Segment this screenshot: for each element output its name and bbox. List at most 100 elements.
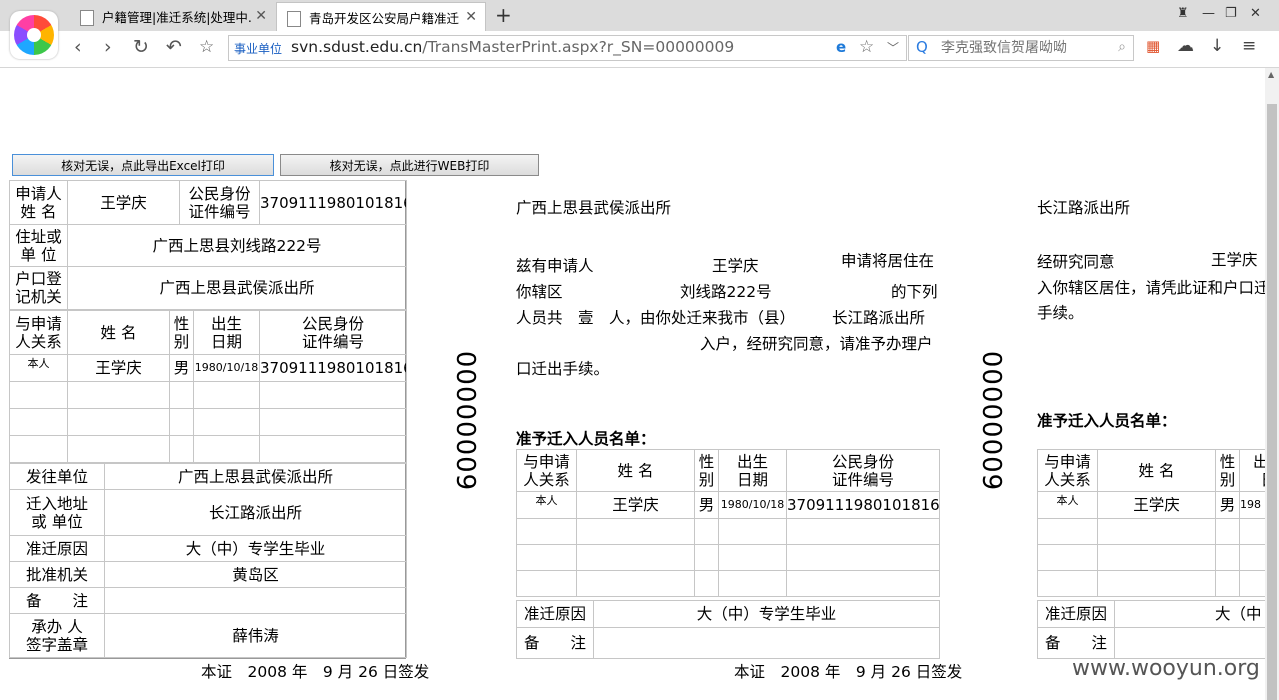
reg-office-value: 广西上思县武侯派出所 xyxy=(67,266,407,310)
notice-list-title: 准予迁入人员名单： xyxy=(1037,412,1177,430)
member-name: 王学庆 xyxy=(67,354,170,382)
tab-household-system[interactable]: 户籍管理|准迁系统|处理中... ✕ xyxy=(70,2,275,31)
header-relation: 与申请 人关系 xyxy=(1037,449,1098,492)
member-id: 370911198010181617 xyxy=(786,491,940,519)
chevron-down-icon[interactable]: ﹀ xyxy=(887,39,899,56)
table-row xyxy=(516,518,940,545)
notice-bottom-table: 准迁原因 大（中 备 注 xyxy=(1037,600,1265,659)
menu-icon[interactable]: ≡ xyxy=(1242,36,1256,56)
table-row xyxy=(1037,544,1265,571)
search-box[interactable]: Q ⌕ xyxy=(908,35,1134,61)
member-id: 370911198010181617 xyxy=(259,354,407,382)
approver-value: 黄岛区 xyxy=(104,561,407,588)
notice-members-table: 与申请人关系 姓 名 性别 出生日 本人 王学庆 男 198 xyxy=(1037,449,1265,597)
scrollbar-thumb[interactable] xyxy=(1267,104,1277,700)
stub-bottom-table: 发往单位 广西上思县武侯派出所 迁入地址或 单位 长江路派出所 准迁原因 大（中… xyxy=(9,463,407,658)
handler-value: 薛伟涛 xyxy=(104,613,407,658)
member-name: 王学庆 xyxy=(1097,491,1216,519)
toolbar: ‹ › ↻ ↶ ☆ 事业单位 svn.sdust.edu.cn/TransMas… xyxy=(0,31,1279,68)
cloud-icon[interactable]: ☁ xyxy=(1177,36,1194,56)
table-row xyxy=(9,381,407,409)
header-name: 姓 名 xyxy=(1097,449,1216,492)
reason-value: 大（中）专学生毕业 xyxy=(593,600,940,628)
bookmark-star-icon[interactable]: ☆ xyxy=(199,37,214,57)
shirt-icon[interactable]: ♜ xyxy=(1177,6,1189,21)
letter-date-line: 本证 2008 年 9 月 26 日签发 xyxy=(734,663,963,681)
remark-value xyxy=(1114,627,1265,659)
search-input[interactable] xyxy=(939,39,1113,57)
tab-label: 户籍管理|准迁系统|处理中... xyxy=(102,10,252,25)
reason-label: 准迁原因 xyxy=(516,600,594,628)
dest-value: 长江路派出所 xyxy=(104,489,407,536)
letter-text: 你辖区 xyxy=(516,283,563,301)
remark-label: 备 注 xyxy=(9,587,105,614)
dest-label: 迁入地址或 单位 xyxy=(9,489,105,536)
applicant-name: 王学庆 xyxy=(67,180,180,225)
minimize-icon[interactable]: — xyxy=(1202,6,1215,21)
handler-label: 承办 人签字盖章 xyxy=(9,613,105,658)
reason-label: 准迁原因 xyxy=(1037,600,1115,628)
export-excel-button[interactable]: 核对无误，点此导出Excel打印 xyxy=(12,154,274,176)
letter-text: 的下列 xyxy=(891,283,938,301)
notice-text: 经研究同意 xyxy=(1037,253,1115,271)
new-tab-icon[interactable]: + xyxy=(495,3,512,27)
notice-recipient: 长江路派出所 xyxy=(1037,199,1131,217)
refresh-icon[interactable]: ↻ xyxy=(133,36,149,58)
letter-address: 刘线路222号 xyxy=(680,283,772,301)
browser-logo[interactable] xyxy=(10,11,58,59)
table-row: 本人 王学庆 男 1980/10/18 370911198010181617 xyxy=(9,354,407,382)
url-text[interactable]: svn.sdust.edu.cn/TransMasterPrint.aspx?r… xyxy=(291,38,734,56)
letter-members-table: 与申请 人关系 姓 名 性别 出生 日期 公民身份 证件编号 本人 王学庆 男 198… xyxy=(516,449,940,597)
stub-members-table: 与申请 人关系 姓 名 性别 出生 日期 公民身份 证件编号 本人 王学庆 男 198… xyxy=(9,310,407,463)
member-birth: 198 xyxy=(1239,491,1265,519)
member-relation: 本人 xyxy=(516,491,577,519)
search-engine-icon: Q xyxy=(916,38,928,56)
close-tab-icon[interactable]: ✕ xyxy=(465,3,477,31)
letter-destination: 长江路派出所 xyxy=(832,309,926,327)
ie-mode-icon[interactable]: e xyxy=(836,38,846,56)
tab-qingdao-transfer[interactable]: 青岛开发区公安局户籍准迁系 ✕ xyxy=(276,2,486,31)
table-row: 本人 王学庆 男 198 xyxy=(1037,491,1265,519)
address-bar[interactable]: 事业单位 svn.sdust.edu.cn/TransMasterPrint.a… xyxy=(228,35,907,61)
watermark: www.wooyun.org xyxy=(1072,656,1260,681)
header-name: 姓 名 xyxy=(576,449,695,492)
reg-office-label: 户口登 记机关 xyxy=(9,266,68,310)
page-icon xyxy=(80,9,94,26)
favorite-star-icon[interactable]: ☆ xyxy=(859,37,874,57)
search-icon[interactable]: ⌕ xyxy=(1118,39,1126,55)
close-tab-icon[interactable]: ✕ xyxy=(255,2,267,31)
table-row xyxy=(1037,570,1265,597)
applicant-name-label: 申请人姓 名 xyxy=(9,180,68,225)
close-window-icon[interactable]: ✕ xyxy=(1250,6,1261,21)
applicant-id: 370911198010181617 xyxy=(259,180,407,225)
back-icon[interactable]: ‹ xyxy=(74,36,82,58)
maximize-icon[interactable]: ❐ xyxy=(1225,6,1237,21)
header-name: 姓 名 xyxy=(67,310,170,355)
member-gender: 男 xyxy=(694,491,719,519)
web-print-button[interactable]: 核对无误，点此进行WEB打印 xyxy=(280,154,539,176)
scroll-up-icon[interactable]: ▲ xyxy=(1268,70,1274,79)
forward-icon[interactable]: › xyxy=(104,36,112,58)
approver-label: 批准机关 xyxy=(9,561,105,588)
header-birth: 出生 日期 xyxy=(718,449,787,492)
letter-text: 申请将居住在 xyxy=(841,252,935,270)
table-row xyxy=(9,435,407,463)
download-icon[interactable]: ↓ xyxy=(1210,36,1224,56)
header-birth: 出生日 xyxy=(1239,449,1265,492)
reason-label: 准迁原因 xyxy=(9,535,105,562)
letter-recipient: 广西上思县武侯派出所 xyxy=(516,199,672,217)
letter-text: 入户，经研究同意，请准予办理户 xyxy=(700,335,933,353)
apps-grid-icon[interactable]: ▦ xyxy=(1146,37,1160,55)
letter-bottom-table: 准迁原因 大（中）专学生毕业 备 注 xyxy=(516,600,940,659)
vertical-scrollbar[interactable]: ▲ xyxy=(1265,68,1279,700)
member-gender: 男 xyxy=(169,354,194,382)
tab-label: 青岛开发区公安局户籍准迁系 xyxy=(309,11,459,26)
undo-icon[interactable]: ↶ xyxy=(166,36,182,58)
table-row xyxy=(1037,518,1265,545)
reason-value: 大（中）专学生毕业 xyxy=(104,535,407,562)
header-relation: 与申请 人关系 xyxy=(9,310,68,355)
notice-text: 手续。 xyxy=(1037,304,1084,322)
header-birth: 出生 日期 xyxy=(193,310,260,355)
member-birth: 1980/10/18 xyxy=(718,491,787,519)
header-gender: 性别 xyxy=(694,449,719,492)
